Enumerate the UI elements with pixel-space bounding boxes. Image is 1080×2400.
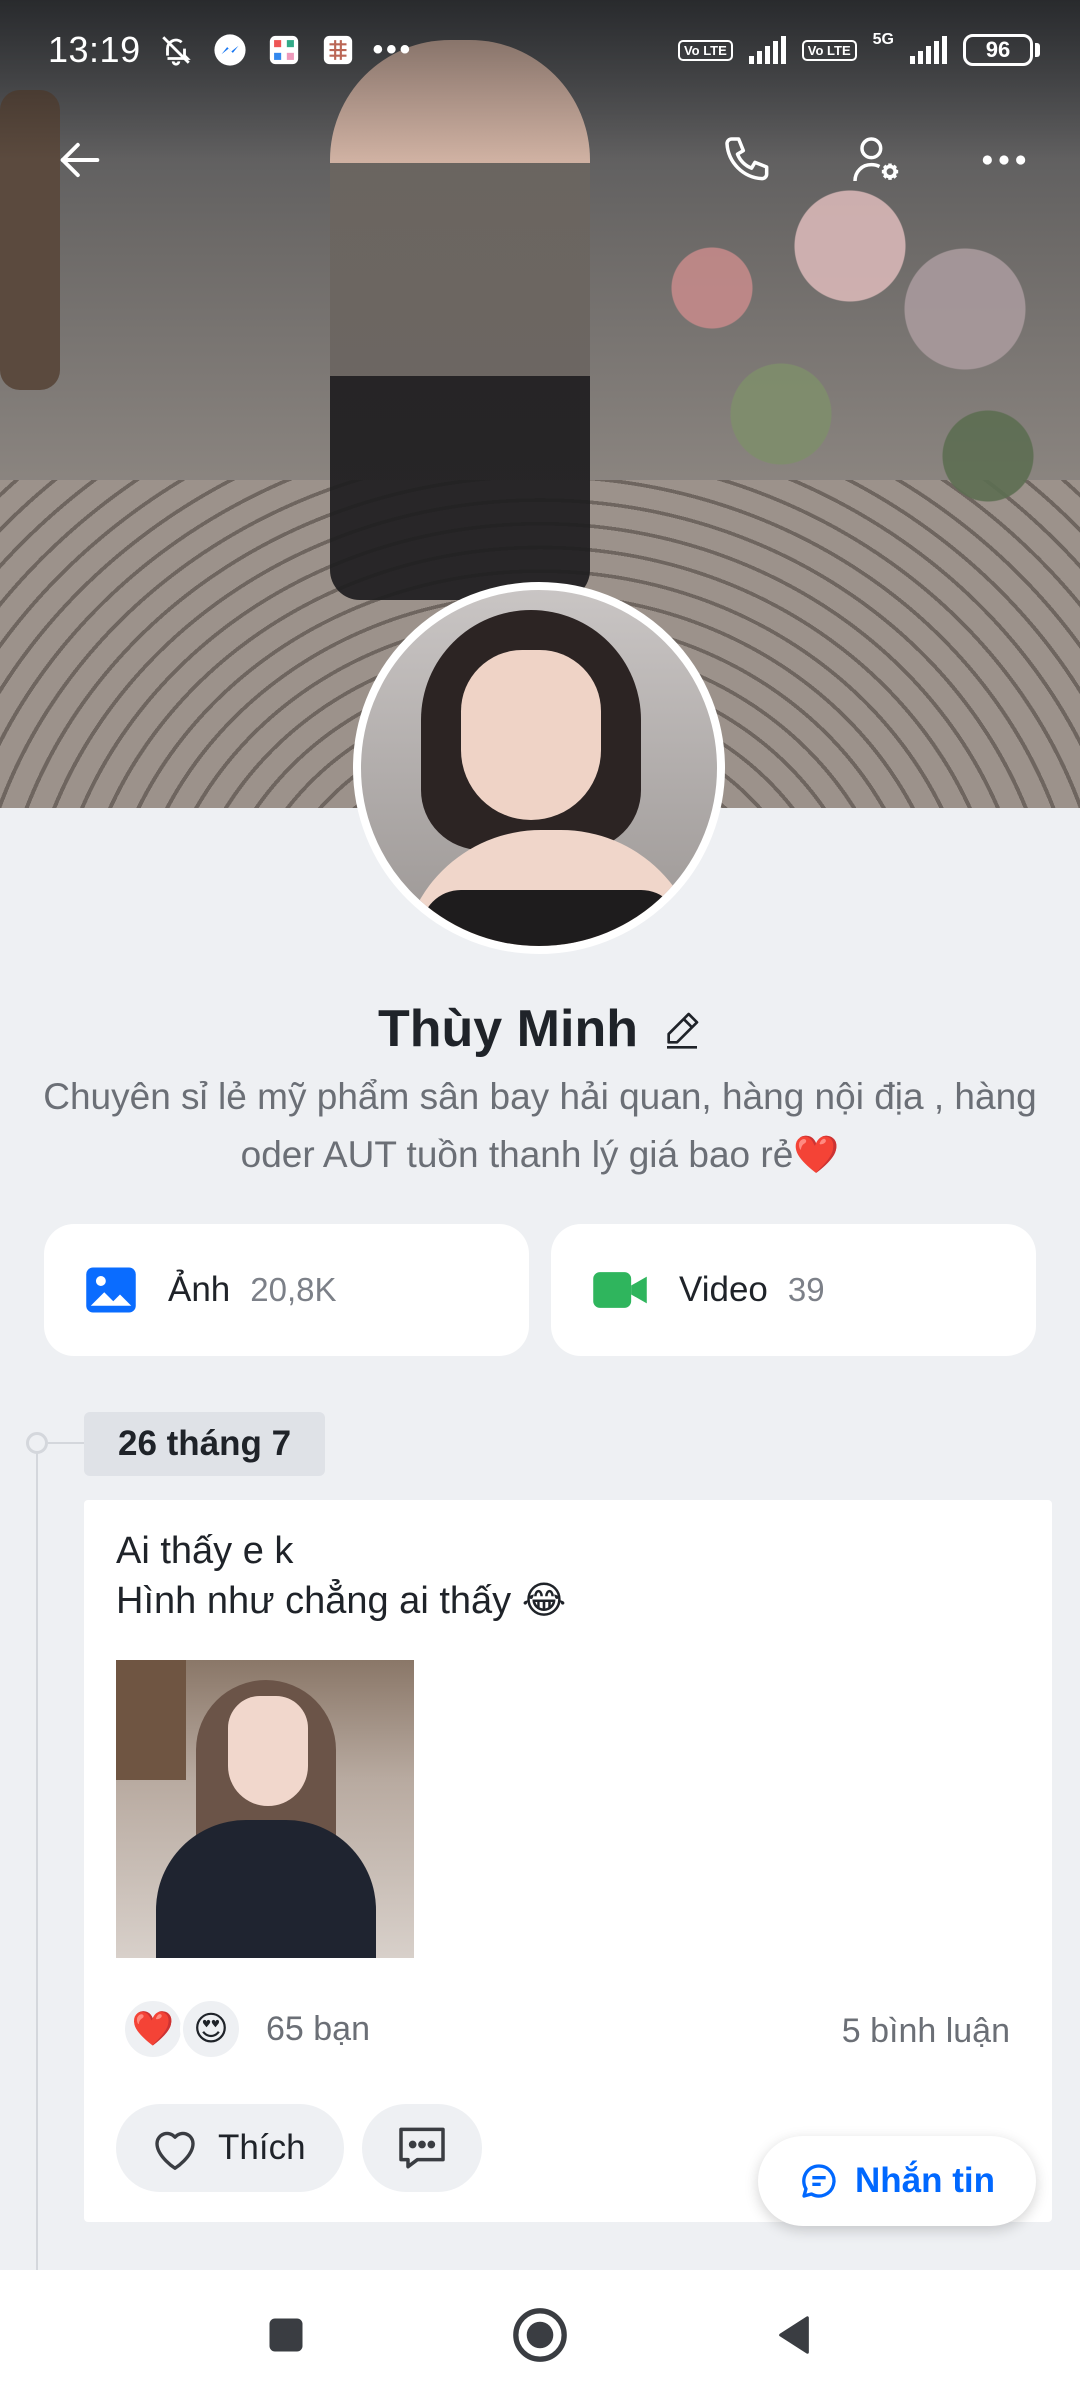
like-label: Thích (218, 2128, 306, 2167)
status-time: 13:19 (48, 29, 141, 70)
timeline-connector (48, 1442, 84, 1444)
timeline-line (36, 1442, 38, 2272)
comment-icon (398, 2127, 445, 2169)
photos-tab[interactable]: Ảnh 20,8K (44, 1224, 529, 1356)
calendar-app-icon (319, 31, 357, 69)
post-photo[interactable] (116, 1660, 414, 1958)
videos-label: Video (679, 1270, 768, 1309)
square-icon (269, 2318, 303, 2352)
messenger-icon (211, 31, 249, 69)
edit-name-button[interactable] (662, 1009, 702, 1049)
profile-name: Thùy Minh (378, 1000, 638, 1058)
signal-icon-2 (910, 36, 947, 64)
message-button[interactable]: Nhắn tin (758, 2136, 1036, 2226)
triangle-back-icon (779, 2316, 809, 2354)
recents-button[interactable] (254, 2303, 318, 2367)
top-nav (0, 120, 1080, 200)
image-icon (86, 1267, 136, 1313)
call-button[interactable] (712, 124, 784, 196)
timeline-dot (26, 1432, 48, 1454)
pencil-icon (666, 1012, 699, 1049)
profile-bio: Chuyên sỉ lẻ mỹ phẩm sân bay hải quan, h… (43, 1076, 1037, 1175)
volte-badge-2: Vo LTE (801, 39, 857, 61)
comment-button[interactable] (361, 2104, 482, 2192)
photos-count: 20,8K (250, 1271, 337, 1308)
heart-outline-icon (155, 2131, 195, 2170)
nav-actions (712, 124, 1040, 196)
post-card: Ai thấy e k Hình như chẳng ai thấy 😂 ❤️ … (84, 1500, 1052, 2222)
post-text: Ai thấy e k Hình như chẳng ai thấy 😂 (116, 1526, 566, 1626)
phone-icon (725, 137, 769, 181)
avatar-top (421, 890, 681, 946)
photo-body (156, 1820, 376, 1958)
mute-bell-icon (157, 31, 195, 69)
video-camera-icon (593, 1272, 647, 1308)
system-nav-bar (0, 2270, 1080, 2400)
media-row: Ảnh 20,8K Video 39 (44, 1224, 1036, 1356)
back-button[interactable] (44, 124, 116, 196)
message-label: Nhắn tin (855, 2161, 995, 2200)
user-gear-icon (853, 137, 899, 182)
signal-icon-1 (748, 36, 786, 64)
reactions-count: 65 bạn (266, 2009, 370, 2048)
circle-home-icon (513, 2308, 567, 2362)
profile-avatar[interactable] (353, 582, 725, 954)
name-row: Thùy Minh (0, 994, 1080, 1064)
chat-bubble-icon (802, 2164, 836, 2198)
more-horizontal-icon (982, 155, 1026, 165)
app-grid-icon (265, 31, 303, 69)
battery-indicator: 96 (963, 34, 1040, 66)
date-chip: 26 tháng 7 (84, 1412, 326, 1476)
like-button[interactable]: Thích (116, 2104, 344, 2192)
more-options-button[interactable] (968, 124, 1040, 196)
avatar-face (461, 650, 601, 820)
comments-count[interactable]: 5 bình luận (842, 2012, 1010, 2051)
status-left: 13:19 ••• (48, 29, 413, 71)
profile-settings-button[interactable] (840, 124, 912, 196)
love-eyes-reaction-icon: 😍 (180, 1998, 242, 2060)
post-line-1: Ai thấy e k (116, 1530, 294, 1572)
more-notifications: ••• (372, 33, 414, 66)
battery-cap (1035, 43, 1040, 57)
arrow-left-icon (60, 142, 100, 178)
photos-label: Ảnh (168, 1270, 231, 1309)
heart-reaction-icon: ❤️ (122, 1998, 184, 2060)
videos-tab[interactable]: Video 39 (551, 1224, 1036, 1356)
videos-count: 39 (787, 1271, 825, 1308)
photo-shelf (116, 1660, 186, 1780)
status-bar: 13:19 ••• Vo LTE Vo LTE 5G 96 (0, 0, 1080, 100)
battery-level: 96 (963, 34, 1033, 66)
net-type: 5G (872, 31, 894, 48)
home-button[interactable] (508, 2303, 572, 2367)
status-right: Vo LTE Vo LTE 5G 96 (677, 31, 1040, 66)
back-nav-button[interactable] (762, 2303, 826, 2367)
reactions-summary[interactable]: ❤️ 😍 65 bạn (122, 1998, 370, 2060)
volte-badge-1: Vo LTE (677, 39, 733, 61)
photo-face (228, 1696, 308, 1806)
post-actions: Thích (116, 2104, 482, 2192)
post-line-2: Hình như chẳng ai thấy 😂 (116, 1580, 567, 1622)
